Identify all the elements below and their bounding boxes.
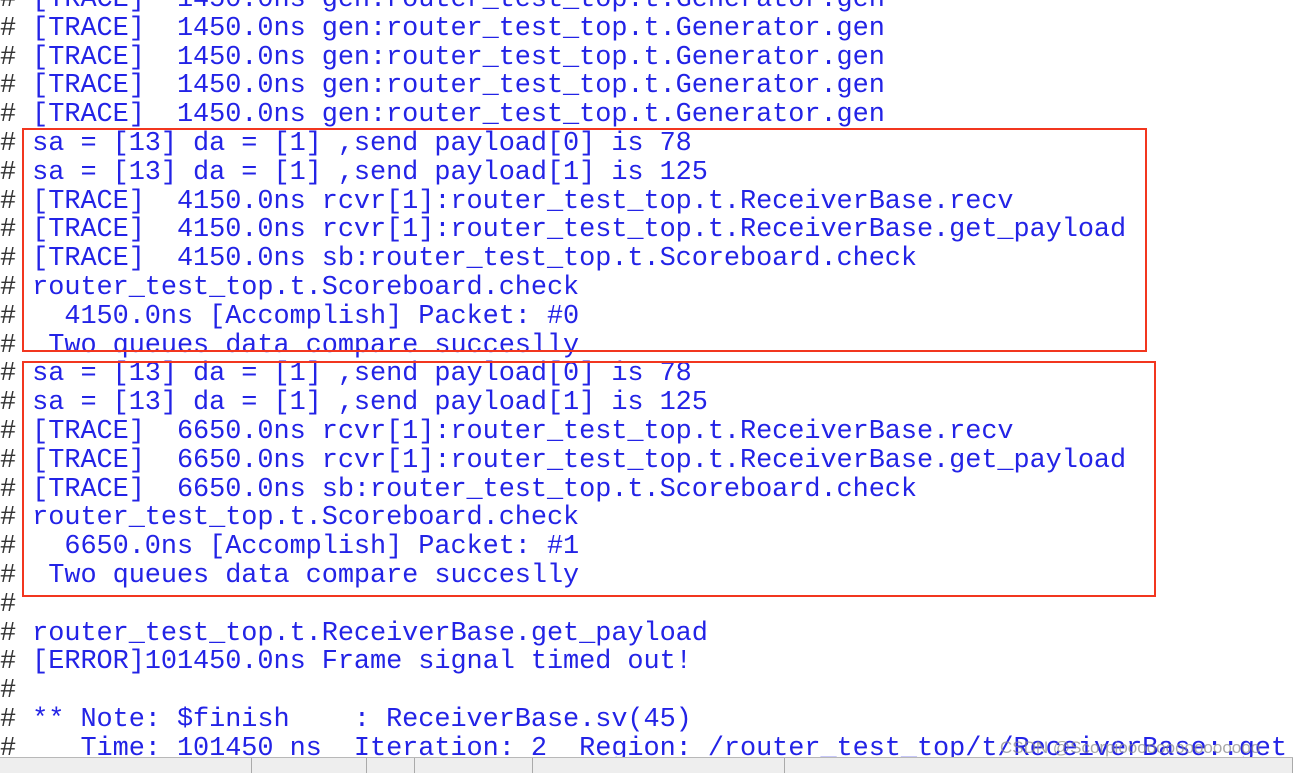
console-line: # [TRACE] 1450.0ns gen:router_test_top.t…: [0, 72, 1293, 101]
line-prefix: #: [0, 618, 17, 649]
status-segment: [533, 758, 785, 773]
line-prefix: #: [0, 503, 17, 534]
line-prefix: #: [0, 186, 17, 217]
line-prefix: #: [0, 71, 17, 102]
watermark: CSDN @Scorpiooooooooooooooo: [1000, 738, 1261, 757]
line-text: [ERROR]101450.0ns Frame signal timed out…: [16, 647, 692, 678]
console-line: # [TRACE] 1450.0ns gen:router_test_top.t…: [0, 0, 1293, 15]
line-prefix: #: [0, 474, 17, 505]
status-segment: [0, 758, 252, 773]
line-prefix: #: [0, 128, 17, 159]
line-prefix: #: [0, 532, 17, 563]
status-segment: [415, 758, 533, 773]
console-line: # [TRACE] 1450.0ns gen:router_test_top.t…: [0, 101, 1293, 130]
console-line: # [TRACE] 1450.0ns gen:router_test_top.t…: [0, 13, 1293, 44]
line-text: router_test_top.t.ReceiverBase.get_paylo…: [16, 618, 708, 649]
line-prefix: #: [0, 388, 17, 419]
line-prefix: #: [0, 215, 17, 246]
line-prefix: #: [0, 330, 17, 361]
line-prefix: #: [0, 589, 17, 620]
line-text: [TRACE] 1450.0ns gen:router_test_top.t.G…: [16, 100, 885, 131]
console-line: # router_test_top.t.ReceiverBase.get_pay…: [0, 618, 1293, 649]
console-line: # ** Note: $finish : ReceiverBase.sv(45): [0, 706, 1293, 735]
line-text: [TRACE] 1450.0ns gen:router_test_top.t.G…: [16, 71, 885, 102]
line-text: [TRACE] 1450.0ns gen:router_test_top.t.G…: [16, 0, 885, 15]
line-prefix: #: [0, 416, 17, 447]
line-text: [TRACE] 1450.0ns gen:router_test_top.t.G…: [16, 13, 885, 44]
console-line: # [TRACE] 1450.0ns gen:router_test_top.t…: [0, 42, 1293, 73]
line-prefix: #: [0, 560, 17, 591]
line-prefix: #: [0, 359, 17, 390]
highlight-box-packet-1: [22, 361, 1156, 597]
line-text: ** Note: $finish : ReceiverBase.sv(45): [16, 704, 692, 735]
line-text: [TRACE] 1450.0ns gen:router_test_top.t.G…: [16, 42, 885, 73]
highlight-box-packet-0: [22, 128, 1147, 352]
status-bar: [0, 757, 1293, 773]
status-segment: [367, 758, 415, 773]
line-prefix: #: [0, 676, 17, 707]
line-prefix: #: [0, 445, 17, 476]
console-line: # [ERROR]101450.0ns Frame signal timed o…: [0, 648, 1293, 677]
line-prefix: #: [0, 301, 17, 332]
console-line: #: [0, 677, 1293, 706]
line-prefix: #: [0, 244, 17, 275]
line-prefix: #: [0, 100, 17, 131]
status-segment: [785, 758, 1293, 773]
line-prefix: #: [0, 13, 17, 44]
line-prefix: #: [0, 157, 17, 188]
status-segment: [252, 758, 367, 773]
line-prefix: #: [0, 0, 17, 15]
line-prefix: #: [0, 704, 17, 735]
line-prefix: #: [0, 42, 17, 73]
line-prefix: #: [0, 272, 17, 303]
line-prefix: #: [0, 647, 17, 678]
